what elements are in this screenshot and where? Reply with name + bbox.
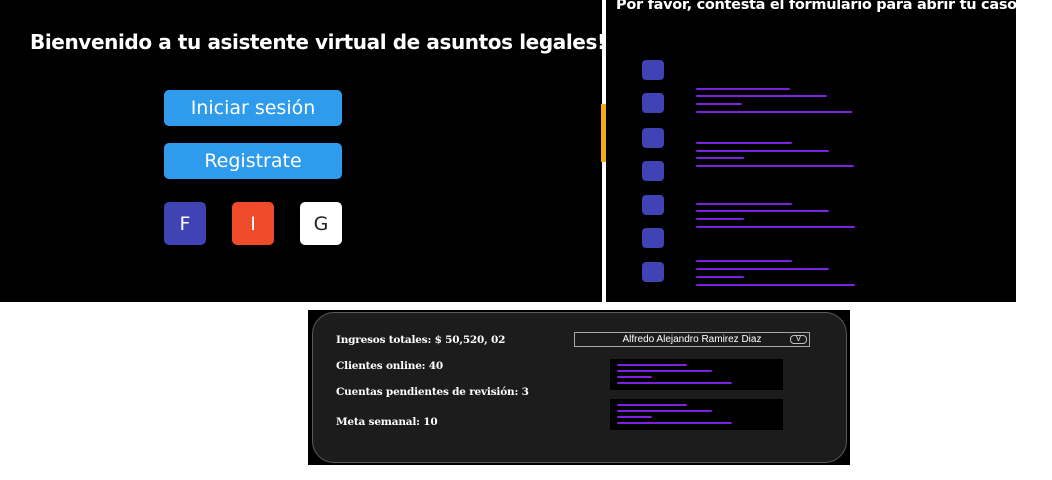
placeholder-line	[696, 150, 829, 152]
placeholder-line	[696, 165, 854, 167]
form-panel: Por favor, contesta el formulario para a…	[606, 0, 1022, 302]
pending-accounts-stat: Cuentas pendientes de revisión: 3	[336, 386, 529, 398]
placeholder-line	[696, 88, 790, 90]
placeholder-line	[696, 218, 744, 220]
dashboard-card: Ingresos totales: $ 50,520, 02 Clientes …	[312, 312, 847, 463]
login-panel: Bienvenido a tu asistente virtual de asu…	[0, 0, 606, 302]
online-clients-stat: Clientes online: 40	[336, 360, 444, 372]
placeholder-line	[696, 276, 744, 278]
form-checkbox[interactable]	[642, 161, 664, 181]
placeholder-line	[617, 370, 712, 372]
form-checkbox[interactable]	[642, 60, 664, 80]
user-select[interactable]: Alfredo Alejandro Ramirez Diaz V	[574, 332, 810, 347]
facebook-login-button[interactable]: F	[164, 202, 206, 245]
placeholder-line	[696, 268, 829, 270]
welcome-title: Bienvenido a tu asistente virtual de asu…	[30, 30, 606, 54]
placeholder-line	[696, 103, 742, 105]
placeholder-line	[696, 157, 744, 159]
placeholder-line	[696, 226, 855, 228]
placeholder-line	[696, 210, 829, 212]
placeholder-line	[696, 111, 852, 113]
placeholder-line	[696, 260, 792, 262]
summary-card	[610, 359, 783, 390]
total-income-stat: Ingresos totales: $ 50,520, 02	[336, 334, 506, 346]
login-button[interactable]: Iniciar sesión	[164, 90, 342, 126]
placeholder-line	[617, 416, 652, 418]
placeholder-line	[617, 404, 687, 406]
form-checkbox[interactable]	[642, 195, 664, 215]
placeholder-line	[696, 95, 827, 97]
placeholder-line	[617, 376, 652, 378]
chevron-down-icon[interactable]: V	[790, 335, 807, 344]
dashboard-panel: Ingresos totales: $ 50,520, 02 Clientes …	[308, 310, 850, 465]
placeholder-line	[696, 203, 792, 205]
placeholder-line	[696, 142, 792, 144]
weekly-goal-stat: Meta semanal: 10	[336, 416, 438, 428]
form-checkbox[interactable]	[642, 128, 664, 148]
instagram-login-button[interactable]: I	[232, 202, 274, 245]
form-title: Por favor, contesta el formulario para a…	[616, 0, 1023, 13]
user-select-value: Alfredo Alejandro Ramirez Diaz	[622, 334, 762, 345]
placeholder-line	[617, 422, 732, 424]
google-login-button[interactable]: G	[300, 202, 342, 245]
placeholder-line	[617, 410, 712, 412]
placeholder-line	[696, 284, 855, 286]
form-checkbox[interactable]	[642, 93, 664, 113]
placeholder-line	[617, 382, 732, 384]
form-checkbox[interactable]	[642, 228, 664, 248]
register-button[interactable]: Registrate	[164, 143, 342, 179]
form-checkbox[interactable]	[642, 262, 664, 282]
placeholder-line	[617, 364, 687, 366]
summary-card	[610, 399, 783, 430]
